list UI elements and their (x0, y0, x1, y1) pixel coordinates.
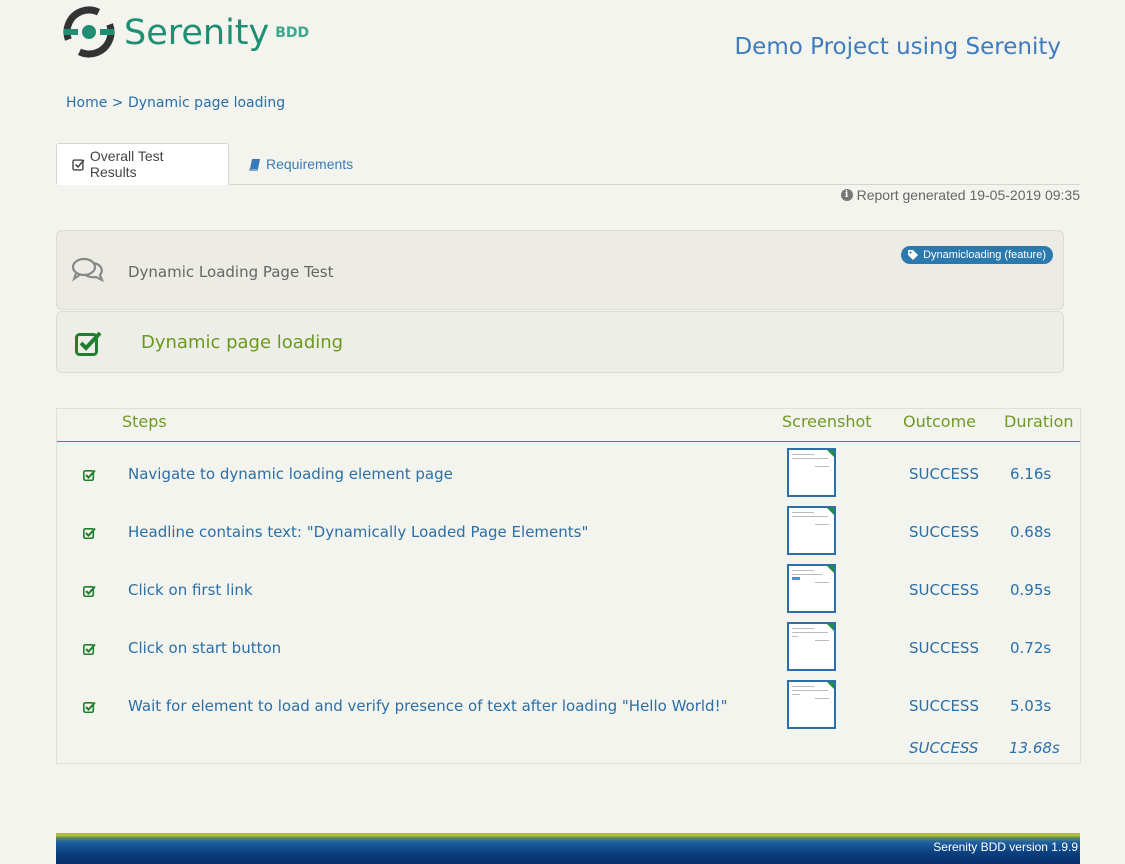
total-outcome: SUCCESS (909, 739, 979, 757)
step-description[interactable]: Navigate to dynamic loading element page (128, 465, 453, 483)
step-description[interactable]: Headline contains text: "Dynamically Loa… (128, 523, 588, 541)
steps-table-header: Steps Screenshot Outcome Duration (57, 409, 1080, 442)
tab-label: Overall Test Results (89, 148, 164, 180)
step-outcome: SUCCESS (909, 523, 979, 541)
step-description[interactable]: Wait for element to load and verify pres… (128, 697, 727, 715)
tab-label: Requirements (266, 156, 354, 172)
step-description[interactable]: Click on start button (128, 639, 281, 657)
table-row: Click on start button SUCCESS 0.72s (57, 620, 1080, 678)
logo-wordmark: Serenity (124, 13, 270, 53)
breadcrumb-separator: > (111, 95, 124, 111)
step-outcome: SUCCESS (909, 639, 979, 657)
success-check-icon (75, 331, 102, 356)
step-success-icon (83, 701, 96, 713)
serenity-logo: Serenity BDD (62, 5, 309, 59)
step-description[interactable]: Click on first link (128, 581, 253, 599)
step-success-icon (83, 527, 96, 539)
column-header-outcome: Outcome (903, 412, 977, 431)
project-title: Demo Project using Serenity (734, 34, 1061, 60)
breadcrumb-current-link[interactable]: Dynamic page loading (128, 95, 285, 111)
step-outcome: SUCCESS (909, 581, 979, 599)
feature-panel: Dynamic Loading Page Test Dynamicloading… (56, 230, 1064, 310)
table-row: Navigate to dynamic loading element page… (57, 446, 1080, 504)
tab-bar: Overall Test Results Requirements (56, 143, 1080, 185)
step-duration: 0.68s (1010, 523, 1052, 541)
step-outcome: SUCCESS (909, 697, 979, 715)
step-duration: 0.72s (1010, 639, 1052, 657)
tag-label: Dynamicloading (feature) (923, 249, 1046, 261)
footer-bar: Serenity BDD version 1.9.9 (56, 833, 1080, 864)
breadcrumb: Home > Dynamic page loading (66, 95, 285, 111)
step-screenshot-thumbnail[interactable] (787, 622, 836, 671)
report-generated-text: Report generated 19-05-2019 09:35 (856, 187, 1080, 203)
column-header-steps: Steps (122, 412, 167, 431)
step-screenshot-thumbnail[interactable] (787, 680, 836, 729)
feature-tag-badge[interactable]: Dynamicloading (feature) (901, 246, 1053, 264)
table-row: Headline contains text: "Dynamically Loa… (57, 504, 1080, 562)
serenity-logo-icon (63, 6, 115, 58)
step-screenshot-thumbnail[interactable] (787, 448, 836, 497)
breadcrumb-home-link[interactable]: Home (66, 95, 107, 111)
step-duration: 0.95s (1010, 581, 1052, 599)
total-duration: 13.68s (1009, 739, 1060, 757)
steps-table: Steps Screenshot Outcome Duration Naviga… (56, 408, 1081, 764)
report-generated: i Report generated 19-05-2019 09:35 (840, 187, 1080, 203)
scenario-title: Dynamic page loading (141, 332, 344, 353)
info-icon: i (840, 189, 853, 201)
tag-icon (908, 250, 919, 260)
table-row: Wait for element to load and verify pres… (57, 678, 1080, 736)
check-square-icon (72, 158, 85, 171)
step-screenshot-thumbnail[interactable] (787, 564, 836, 613)
column-header-duration: Duration (1004, 412, 1074, 431)
step-duration: 5.03s (1010, 697, 1052, 715)
footer-version: Serenity BDD version 1.9.9 (933, 840, 1078, 854)
comments-icon (71, 257, 105, 283)
tab-requirements[interactable]: Requirements (234, 143, 368, 185)
book-icon (249, 158, 260, 171)
column-header-screenshot: Screenshot (782, 412, 872, 431)
step-success-icon (83, 585, 96, 597)
feature-title: Dynamic Loading Page Test (128, 263, 334, 281)
step-duration: 6.16s (1010, 465, 1052, 483)
table-row: Click on first link SUCCESS 0.95s (57, 562, 1080, 620)
step-outcome: SUCCESS (909, 465, 979, 483)
scenario-panel: Dynamic page loading (56, 311, 1064, 373)
logo-badge: BDD (275, 25, 310, 41)
step-success-icon (83, 469, 96, 481)
tab-overall-test-results[interactable]: Overall Test Results (56, 143, 229, 185)
step-success-icon (83, 643, 96, 655)
step-screenshot-thumbnail[interactable] (787, 506, 836, 555)
